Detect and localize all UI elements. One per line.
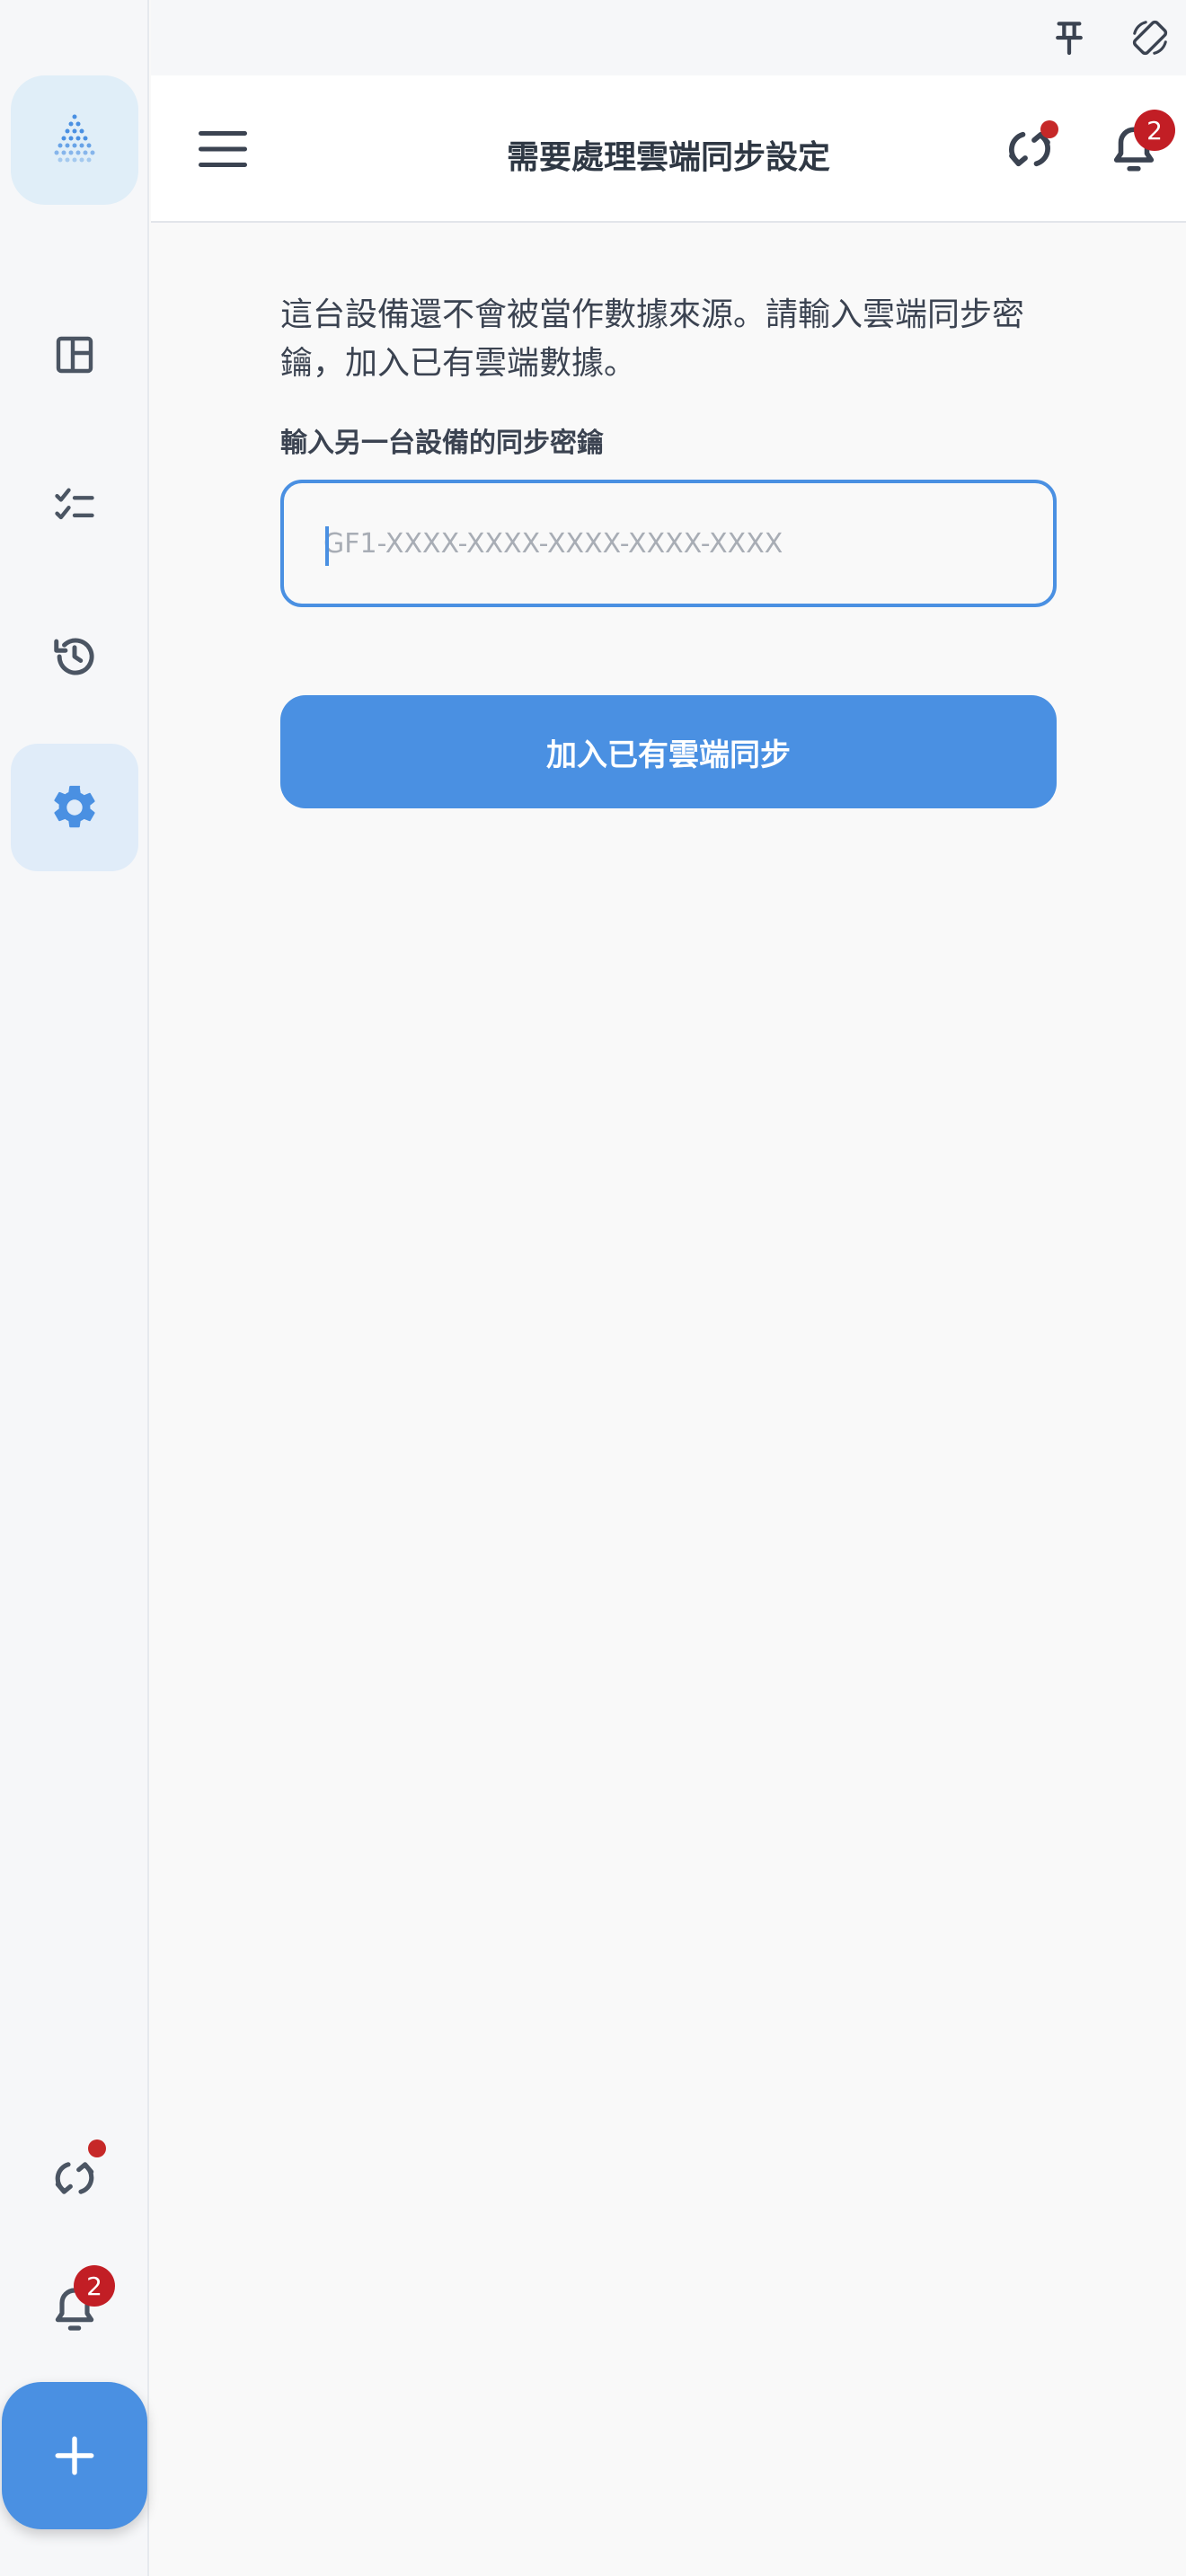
- nav-dashboard[interactable]: [11, 291, 138, 419]
- sidebar: 2: [0, 0, 149, 2576]
- plus-icon: [55, 2436, 94, 2475]
- checklist-icon: [55, 488, 94, 520]
- sidebar-notifications-button[interactable]: 2: [11, 2245, 138, 2373]
- menu-button[interactable]: [189, 115, 257, 183]
- window-controls: [151, 0, 1186, 75]
- nav-settings[interactable]: [11, 744, 138, 871]
- screen-rotation-icon: [1132, 20, 1168, 56]
- join-cloud-sync-button[interactable]: 加入已有雲端同步: [280, 695, 1057, 808]
- add-button[interactable]: [2, 2382, 147, 2529]
- dashboard-icon: [56, 336, 93, 374]
- sync-icon: [55, 2162, 94, 2194]
- gear-icon: [54, 785, 95, 828]
- nav-history[interactable]: [11, 593, 138, 720]
- sync-status-dot: [1040, 120, 1058, 138]
- pin-button[interactable]: [1046, 14, 1093, 61]
- hamburger-menu-icon: [199, 131, 247, 167]
- sync-description: 這台設備還不會被當作數據來源。請輸入雲端同步密鑰，加入已有雲端數據。: [280, 296, 1025, 382]
- app-logo[interactable]: [11, 75, 138, 205]
- notification-badge: 2: [1134, 110, 1175, 151]
- sync-key-field[interactable]: [280, 480, 1057, 607]
- notification-badge: 2: [74, 2265, 115, 2307]
- pin-icon: [1056, 22, 1083, 56]
- text-cursor: [325, 526, 329, 566]
- nav-tasks[interactable]: [11, 442, 138, 569]
- header-sync-button[interactable]: [994, 113, 1066, 185]
- rotate-screen-button[interactable]: [1125, 13, 1175, 63]
- app-header: 需要處理雲端同步設定 2: [151, 75, 1186, 223]
- header-notifications-button[interactable]: 2: [1098, 110, 1175, 185]
- sync-key-input[interactable]: [323, 483, 1024, 604]
- sync-status-dot: [88, 2139, 106, 2157]
- sidebar-sync-button[interactable]: [11, 2114, 138, 2242]
- sync-key-label: 輸入另一台設備的同步密鑰: [280, 428, 604, 459]
- history-icon: [54, 638, 94, 675]
- logo-icon: [54, 114, 95, 163]
